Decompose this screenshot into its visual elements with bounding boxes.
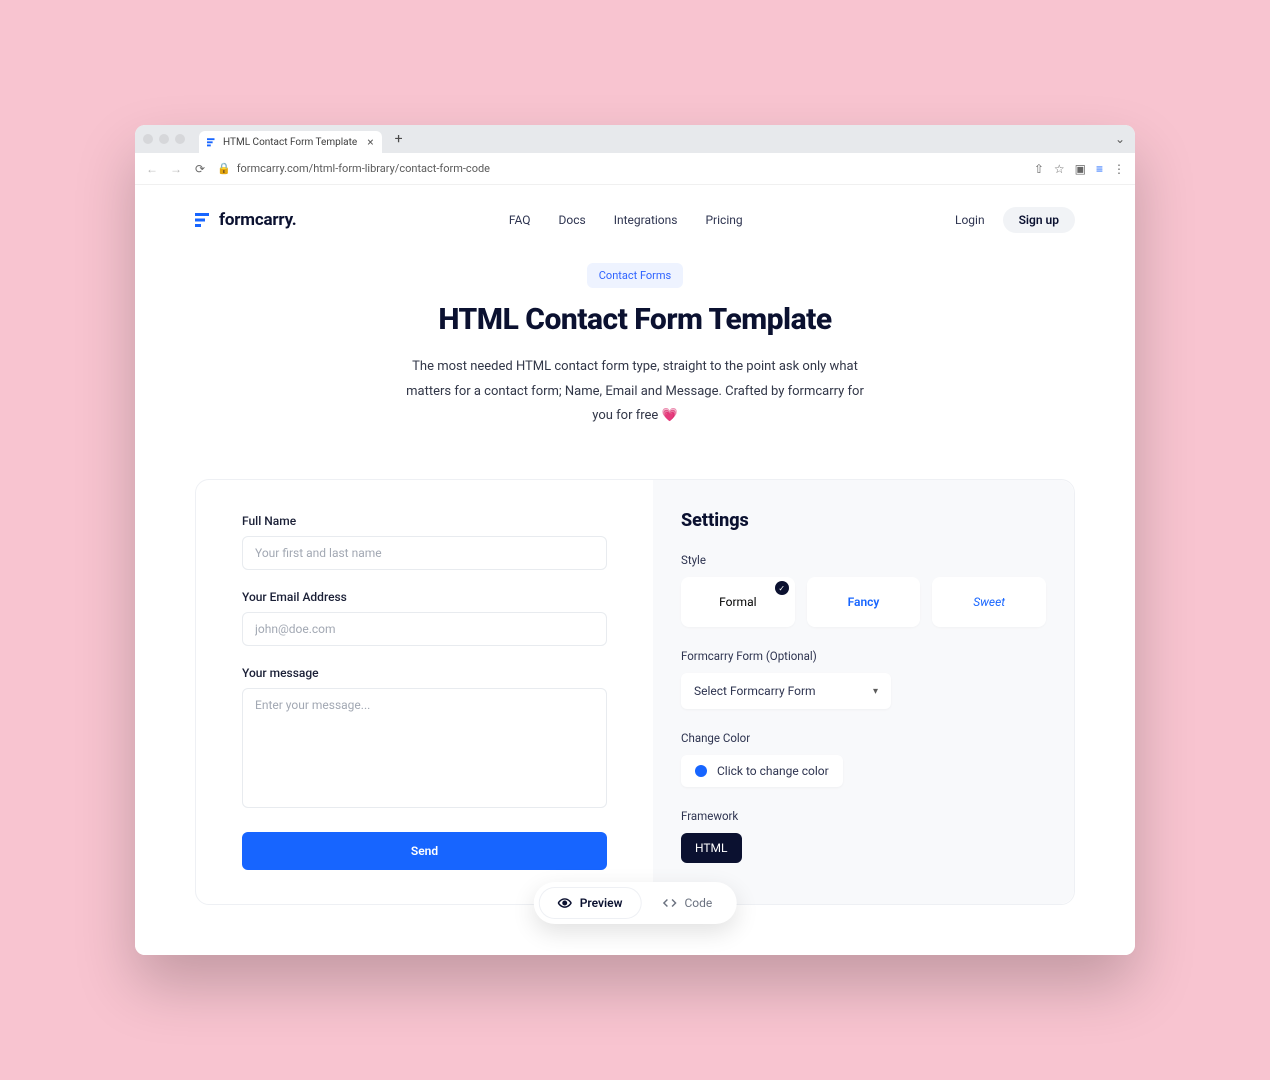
star-icon[interactable]: ☆ [1054,162,1065,176]
close-dot[interactable] [143,134,153,144]
email-label: Your Email Address [242,590,607,604]
nav-pricing[interactable]: Pricing [705,213,742,227]
style-option-sweet[interactable]: Sweet [932,577,1046,627]
email-input[interactable] [242,612,607,646]
send-button[interactable]: Send [242,832,607,870]
login-link[interactable]: Login [955,213,985,227]
toolbar-icons: ⇧ ☆ ▣ ≡ ⋮ [1034,162,1125,176]
style-option-label: Sweet [973,595,1005,609]
minimize-dot[interactable] [159,134,169,144]
preview-code-toggle: Preview Code [534,882,737,924]
message-label: Your message [242,666,607,680]
brand-name: formcarry. [219,210,296,230]
category-chip[interactable]: Contact Forms [587,263,683,288]
chevron-down-icon: ▾ [873,686,878,697]
brand-logo-icon [195,212,211,228]
change-color-label: Change Color [681,731,1046,745]
code-tab-label: Code [684,896,712,910]
url-text: formcarry.com/html-form-library/contact-… [237,162,490,175]
style-option-label: Formal [719,595,756,609]
name-input[interactable] [242,536,607,570]
preview-tab[interactable]: Preview [540,888,641,918]
style-option-formal[interactable]: Formal ✓ [681,577,795,627]
settings-title: Settings [681,510,1046,531]
style-option-fancy[interactable]: Fancy [807,577,921,627]
formcarry-form-placeholder: Select Formcarry Form [694,684,816,698]
nav-docs[interactable]: Docs [558,213,585,227]
message-textarea[interactable] [242,688,607,808]
back-icon[interactable]: ← [145,162,159,176]
tab-title: HTML Contact Form Template [223,137,357,148]
nav-integrations[interactable]: Integrations [614,213,678,227]
address-field[interactable]: 🔒 formcarry.com/html-form-library/contac… [217,162,1024,175]
selected-check-icon: ✓ [775,581,789,595]
code-icon [662,896,676,910]
traffic-lights [143,134,193,144]
nav-links: FAQ Docs Integrations Pricing [509,213,743,227]
editor-card: Full Name Your Email Address Your messag… [195,479,1075,905]
page-subtitle: The most needed HTML contact form type, … [395,355,875,429]
hero: Contact Forms HTML Contact Form Template… [135,263,1135,429]
preview-tab-label: Preview [580,896,623,910]
framework-chip[interactable]: HTML [681,833,742,863]
eye-icon [558,896,572,910]
settings-panel: Settings Style Formal ✓ Fancy Sweet Form… [653,480,1074,904]
share-icon[interactable]: ⇧ [1034,162,1044,176]
page-title: HTML Contact Form Template [135,302,1135,337]
reload-icon[interactable]: ⟳ [193,162,207,176]
brand-logo[interactable]: formcarry. [195,210,296,230]
tab-strip: HTML Contact Form Template × + ⌄ [135,125,1135,153]
change-color-text: Click to change color [717,764,829,778]
change-color-button[interactable]: Click to change color [681,755,843,787]
name-label: Full Name [242,514,607,528]
browser-tab[interactable]: HTML Contact Form Template × [199,131,382,153]
nav-faq[interactable]: FAQ [509,213,531,227]
page-content: formcarry. FAQ Docs Integrations Pricing… [135,185,1135,955]
lock-icon: 🔒 [217,162,231,175]
favicon-icon [207,137,217,147]
url-bar: ← → ⟳ 🔒 formcarry.com/html-form-library/… [135,153,1135,185]
site-header: formcarry. FAQ Docs Integrations Pricing… [135,185,1135,233]
auth-buttons: Login Sign up [955,207,1075,233]
formcarry-form-label: Formcarry Form (Optional) [681,649,1046,663]
style-options: Formal ✓ Fancy Sweet [681,577,1046,627]
signup-button[interactable]: Sign up [1003,207,1075,233]
style-option-label: Fancy [848,595,880,609]
browser-window: HTML Contact Form Template × + ⌄ ← → ⟳ 🔒… [135,125,1135,955]
new-tab-button[interactable]: + [388,128,410,150]
code-tab[interactable]: Code [644,888,730,918]
sidepanel-icon[interactable]: ▣ [1075,162,1086,176]
menu-icon[interactable]: ⋮ [1113,162,1125,176]
formcarry-form-select[interactable]: Select Formcarry Form ▾ [681,673,891,709]
framework-label: Framework [681,809,1046,823]
style-label: Style [681,553,1046,567]
form-preview: Full Name Your Email Address Your messag… [196,480,653,904]
tabs-dropdown-icon[interactable]: ⌄ [1115,132,1125,146]
tab-close-icon[interactable]: × [367,135,373,149]
maximize-dot[interactable] [175,134,185,144]
color-swatch-icon [695,765,707,777]
forward-icon[interactable]: → [169,162,183,176]
extension-icon[interactable]: ≡ [1096,162,1103,176]
